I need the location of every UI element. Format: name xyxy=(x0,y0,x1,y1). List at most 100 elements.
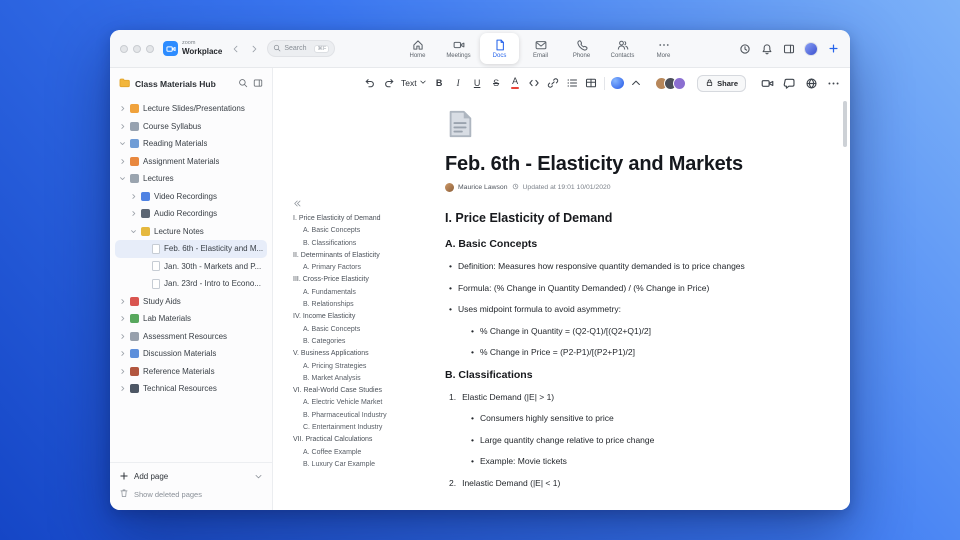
redo-icon[interactable] xyxy=(382,75,395,91)
sidebar-item-lab-materials[interactable]: Lab Materials xyxy=(115,310,267,328)
sidebar-item-study-aids[interactable]: Study Aids xyxy=(115,293,267,311)
collapse-outline-icon[interactable] xyxy=(293,199,443,208)
sidebar-item-feb-6th-elasticity-and-m[interactable]: Feb. 6th - Elasticity and M... xyxy=(115,240,267,258)
minimize-window-button[interactable] xyxy=(133,44,141,53)
outline-item[interactable]: VII. Practical Calculations xyxy=(293,434,443,446)
doc-heading[interactable]: I. Price Elasticity of Demand xyxy=(445,211,795,225)
doc-bullet-item[interactable]: • Formula: (% Change in Quantity Demanded… xyxy=(445,283,795,293)
sidebar-item-video-recordings[interactable]: Video Recordings xyxy=(115,188,267,206)
chevron-right-icon[interactable] xyxy=(118,298,126,305)
link-icon[interactable] xyxy=(547,75,560,91)
outline-item[interactable]: B. Categories xyxy=(293,336,443,348)
strikethrough-button[interactable]: S xyxy=(490,75,503,91)
chevron-right-icon[interactable] xyxy=(118,123,126,130)
bell-icon[interactable] xyxy=(760,41,773,57)
doc-bullet-item[interactable]: • Uses midpoint formula to avoid asymmetr… xyxy=(445,304,795,314)
table-icon[interactable] xyxy=(585,75,598,91)
outline-item[interactable]: VI. Real-World Case Studies xyxy=(293,385,443,397)
page-title[interactable]: Feb. 6th - Elasticity and Markets xyxy=(445,153,825,176)
collapse-toolbar-icon[interactable] xyxy=(630,75,643,91)
chevron-right-icon[interactable] xyxy=(118,105,126,112)
tab-phone[interactable]: Phone xyxy=(562,33,601,64)
outline-item[interactable]: A. Basic Concepts xyxy=(293,225,443,237)
sidebar-item-lectures[interactable]: Lectures xyxy=(115,170,267,188)
panel-icon[interactable] xyxy=(782,41,795,57)
doc-bullet-item[interactable]: • Example: Movie tickets xyxy=(445,456,795,466)
new-plus-button[interactable] xyxy=(827,41,840,57)
sidebar-item-reference-materials[interactable]: Reference Materials xyxy=(115,363,267,381)
chevron-right-icon[interactable] xyxy=(118,158,126,165)
sidebar-panel-icon[interactable] xyxy=(253,75,263,93)
chevron-right-icon[interactable] xyxy=(129,193,137,200)
sidebar-item-lecture-slides-presentations[interactable]: Lecture Slides/Presentations xyxy=(115,100,267,118)
bullet-list-icon[interactable] xyxy=(566,75,579,91)
outline-item[interactable]: B. Relationships xyxy=(293,299,443,311)
sidebar-item-technical-resources[interactable]: Technical Resources xyxy=(115,380,267,398)
tab-home[interactable]: Home xyxy=(398,33,437,64)
tab-contacts[interactable]: Contacts xyxy=(603,33,642,64)
window-controls[interactable] xyxy=(120,44,154,53)
chevron-down-icon[interactable] xyxy=(118,175,126,182)
chevron-down-icon[interactable] xyxy=(129,228,137,235)
add-page-button[interactable]: Add page xyxy=(119,467,263,486)
chevron-right-icon[interactable] xyxy=(118,385,126,392)
italic-button[interactable]: I xyxy=(452,75,465,91)
collaborator-avatar[interactable] xyxy=(673,76,687,90)
bold-button[interactable]: B xyxy=(433,75,446,91)
nav-back-button[interactable] xyxy=(229,41,242,57)
document-content[interactable]: I. Price Elasticity of Demand A. Basic Co… xyxy=(445,211,795,499)
document-scroll-area[interactable]: I. Price Elasticity of Demand A. Basic Co… xyxy=(273,95,850,510)
chevron-right-icon[interactable] xyxy=(129,210,137,217)
nav-forward-button[interactable] xyxy=(247,41,260,57)
tab-docs[interactable]: Docs xyxy=(480,33,519,64)
outline-item[interactable]: IV. Income Elasticity xyxy=(293,311,443,323)
doc-bullet-item[interactable]: • Large quantity change relative to price… xyxy=(445,435,795,445)
outline-item[interactable]: A. Fundamentals xyxy=(293,287,443,299)
sidebar-item-assignment-materials[interactable]: Assignment Materials xyxy=(115,153,267,171)
tab-more[interactable]: More xyxy=(644,33,683,64)
underline-button[interactable]: U xyxy=(471,75,484,91)
outline-item[interactable]: C. Entertainment Industry xyxy=(293,422,443,434)
chevron-right-icon[interactable] xyxy=(118,368,126,375)
sidebar-item-lecture-notes[interactable]: Lecture Notes xyxy=(115,223,267,241)
scrollbar[interactable] xyxy=(843,101,847,147)
outline-item[interactable]: A. Coffee Example xyxy=(293,447,443,459)
clock-icon[interactable] xyxy=(738,41,751,57)
close-window-button[interactable] xyxy=(120,44,128,53)
outline-item[interactable]: B. Market Analysis xyxy=(293,373,443,385)
sidebar-item-discussion-materials[interactable]: Discussion Materials xyxy=(115,345,267,363)
user-avatar[interactable] xyxy=(804,41,818,56)
doc-bullet-item[interactable]: • Consumers highly sensitive to price xyxy=(445,413,795,423)
doc-numbered-item[interactable]: 2. Inelastic Demand (|E| < 1) xyxy=(445,478,795,488)
outline-item[interactable]: V. Business Applications xyxy=(293,348,443,360)
code-icon[interactable] xyxy=(528,75,541,91)
sidebar-item-assessment-resources[interactable]: Assessment Resources xyxy=(115,328,267,346)
doc-subheading[interactable]: A. Basic Concepts xyxy=(445,238,795,250)
more-icon[interactable] xyxy=(827,75,840,91)
sidebar-item-audio-recordings[interactable]: Audio Recordings xyxy=(115,205,267,223)
sidebar-item-course-syllabus[interactable]: Course Syllabus xyxy=(115,118,267,136)
video-camera-icon[interactable] xyxy=(761,75,774,91)
doc-bullet-item[interactable]: • % Change in Price = (P2-P1)/[(P2+P1)/2] xyxy=(445,347,795,357)
ai-companion-icon[interactable] xyxy=(610,77,624,89)
chevron-right-icon[interactable] xyxy=(118,333,126,340)
outline-item[interactable]: B. Luxury Car Example xyxy=(293,459,443,471)
share-button[interactable]: Share xyxy=(697,74,746,92)
chevron-right-icon[interactable] xyxy=(118,315,126,322)
comment-icon[interactable] xyxy=(783,75,796,91)
doc-bullet-item[interactable]: • % Change in Quantity = (Q2-Q1)/[(Q2+Q1)… xyxy=(445,326,795,336)
sidebar-item-jan-30th-markets-and-p[interactable]: Jan. 30th - Markets and P... xyxy=(115,258,267,276)
outline-item[interactable]: A. Pricing Strategies xyxy=(293,361,443,373)
sidebar-item-reading-materials[interactable]: Reading Materials xyxy=(115,135,267,153)
undo-icon[interactable] xyxy=(363,75,376,91)
outline-item[interactable]: A. Electric Vehicle Market xyxy=(293,397,443,409)
outline-item[interactable]: B. Pharmaceutical Industry xyxy=(293,410,443,422)
sidebar-search-icon[interactable] xyxy=(238,75,248,93)
doc-bullet-item[interactable]: • Definition: Measures how responsive qua… xyxy=(445,261,795,271)
doc-subheading[interactable]: B. Classifications xyxy=(445,369,795,381)
zoom-window-button[interactable] xyxy=(146,44,154,53)
show-deleted-pages-button[interactable]: Show deleted pages xyxy=(119,486,263,502)
outline-item[interactable]: A. Basic Concepts xyxy=(293,324,443,336)
tab-email[interactable]: Email xyxy=(521,33,560,64)
text-style-dropdown[interactable]: Text xyxy=(401,75,427,91)
